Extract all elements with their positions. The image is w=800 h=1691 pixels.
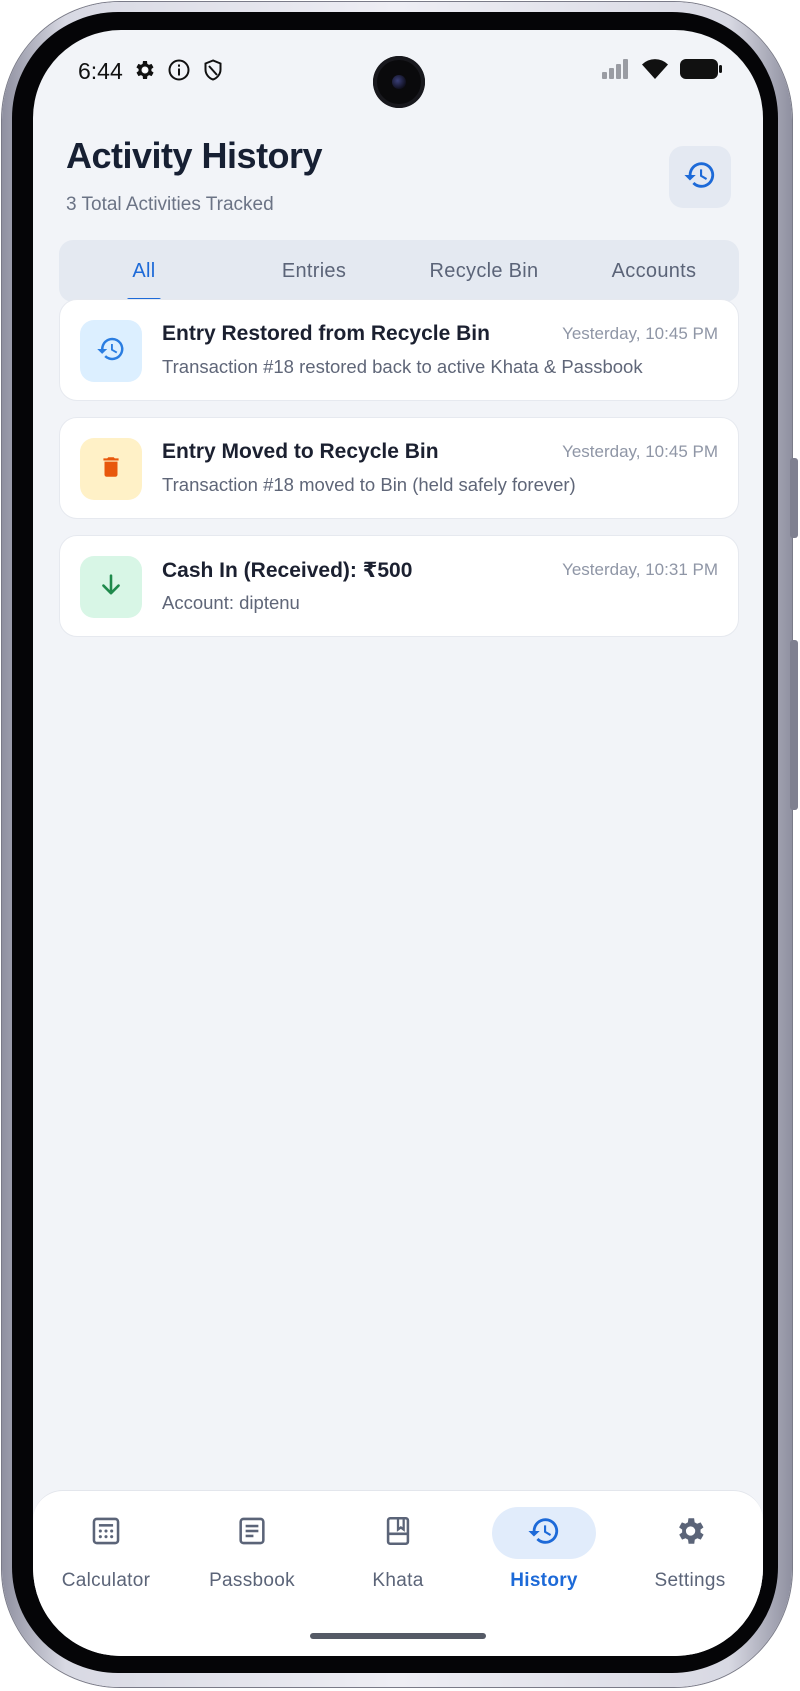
side-button: [790, 640, 798, 810]
activity-time: Yesterday, 10:45 PM: [562, 324, 718, 343]
passbook-icon: [235, 1514, 269, 1553]
screen: 6:44 Activity History 3 Total Activities…: [33, 30, 763, 1656]
activity-card[interactable]: Entry Restored from Recycle Bin Yesterda…: [59, 299, 739, 401]
signal-icon: [601, 58, 631, 85]
history-button[interactable]: [669, 146, 731, 208]
activity-card[interactable]: Cash In (Received): ₹500 Yesterday, 10:3…: [59, 535, 739, 637]
history-icon: [527, 1514, 561, 1553]
side-button: [790, 458, 798, 538]
tab-entries[interactable]: Entries: [229, 240, 399, 302]
bottom-navigation: Calculator Passbook Khata History Settin…: [33, 1490, 763, 1656]
status-time: 6:44: [78, 58, 123, 84]
restore-icon: [96, 334, 126, 369]
page-title: Activity History: [66, 135, 323, 176]
shield-icon: [201, 58, 225, 82]
info-icon: [167, 58, 191, 82]
nav-label: Passbook: [209, 1570, 295, 1591]
activity-title: Entry Restored from Recycle Bin: [162, 322, 490, 345]
nav-icon-pill: [638, 1507, 742, 1559]
home-indicator[interactable]: [310, 1633, 486, 1639]
activity-description: Transaction #18 moved to Bin (held safel…: [162, 474, 576, 495]
book-icon: [381, 1514, 415, 1553]
gear-icon: [133, 58, 157, 82]
nav-icon-pill: [200, 1507, 304, 1559]
nav-icon-pill: [346, 1507, 450, 1559]
tab-all[interactable]: All: [59, 240, 229, 302]
nav-label: Calculator: [61, 1570, 151, 1591]
battery-icon: [679, 58, 723, 85]
activity-title: Entry Moved to Recycle Bin: [162, 440, 439, 463]
activity-title: Cash In (Received): ₹500: [162, 559, 413, 582]
activity-description: Transaction #18 restored back to active …: [162, 356, 643, 377]
filter-tabs: All Entries Recycle Bin Accounts: [59, 240, 739, 302]
nav-settings[interactable]: Settings: [617, 1501, 763, 1611]
calculator-icon: [89, 1514, 123, 1553]
tab-accounts[interactable]: Accounts: [569, 240, 739, 302]
activity-icon-box: [80, 438, 142, 500]
front-camera: [373, 56, 425, 108]
activity-time: Yesterday, 10:31 PM: [562, 560, 718, 579]
activity-icon-box: [80, 556, 142, 618]
nav-calculator[interactable]: Calculator: [33, 1501, 179, 1611]
status-icons-left: [133, 58, 225, 82]
nav-passbook[interactable]: Passbook: [179, 1501, 325, 1611]
activity-description: Account: diptenu: [162, 592, 300, 613]
history-icon: [683, 158, 717, 197]
activity-icon-box: [80, 320, 142, 382]
arrow-down-icon: [97, 571, 125, 604]
page-subtitle: 3 Total Activities Tracked: [66, 194, 274, 215]
activity-time: Yesterday, 10:45 PM: [562, 442, 718, 461]
tab-recycle-bin[interactable]: Recycle Bin: [399, 240, 569, 302]
activity-card[interactable]: Entry Moved to Recycle Bin Yesterday, 10…: [59, 417, 739, 519]
nav-icon-pill: [492, 1507, 596, 1559]
nav-label: History: [510, 1570, 578, 1591]
gear-icon: [673, 1514, 707, 1553]
nav-khata[interactable]: Khata: [325, 1501, 471, 1611]
nav-label: Settings: [654, 1570, 726, 1591]
status-icons-right: [601, 58, 723, 85]
nav-label: Khata: [372, 1570, 424, 1591]
nav-history[interactable]: History: [471, 1501, 617, 1611]
trash-icon: [98, 454, 124, 485]
nav-icon-pill: [54, 1507, 158, 1559]
wifi-icon: [641, 58, 669, 85]
